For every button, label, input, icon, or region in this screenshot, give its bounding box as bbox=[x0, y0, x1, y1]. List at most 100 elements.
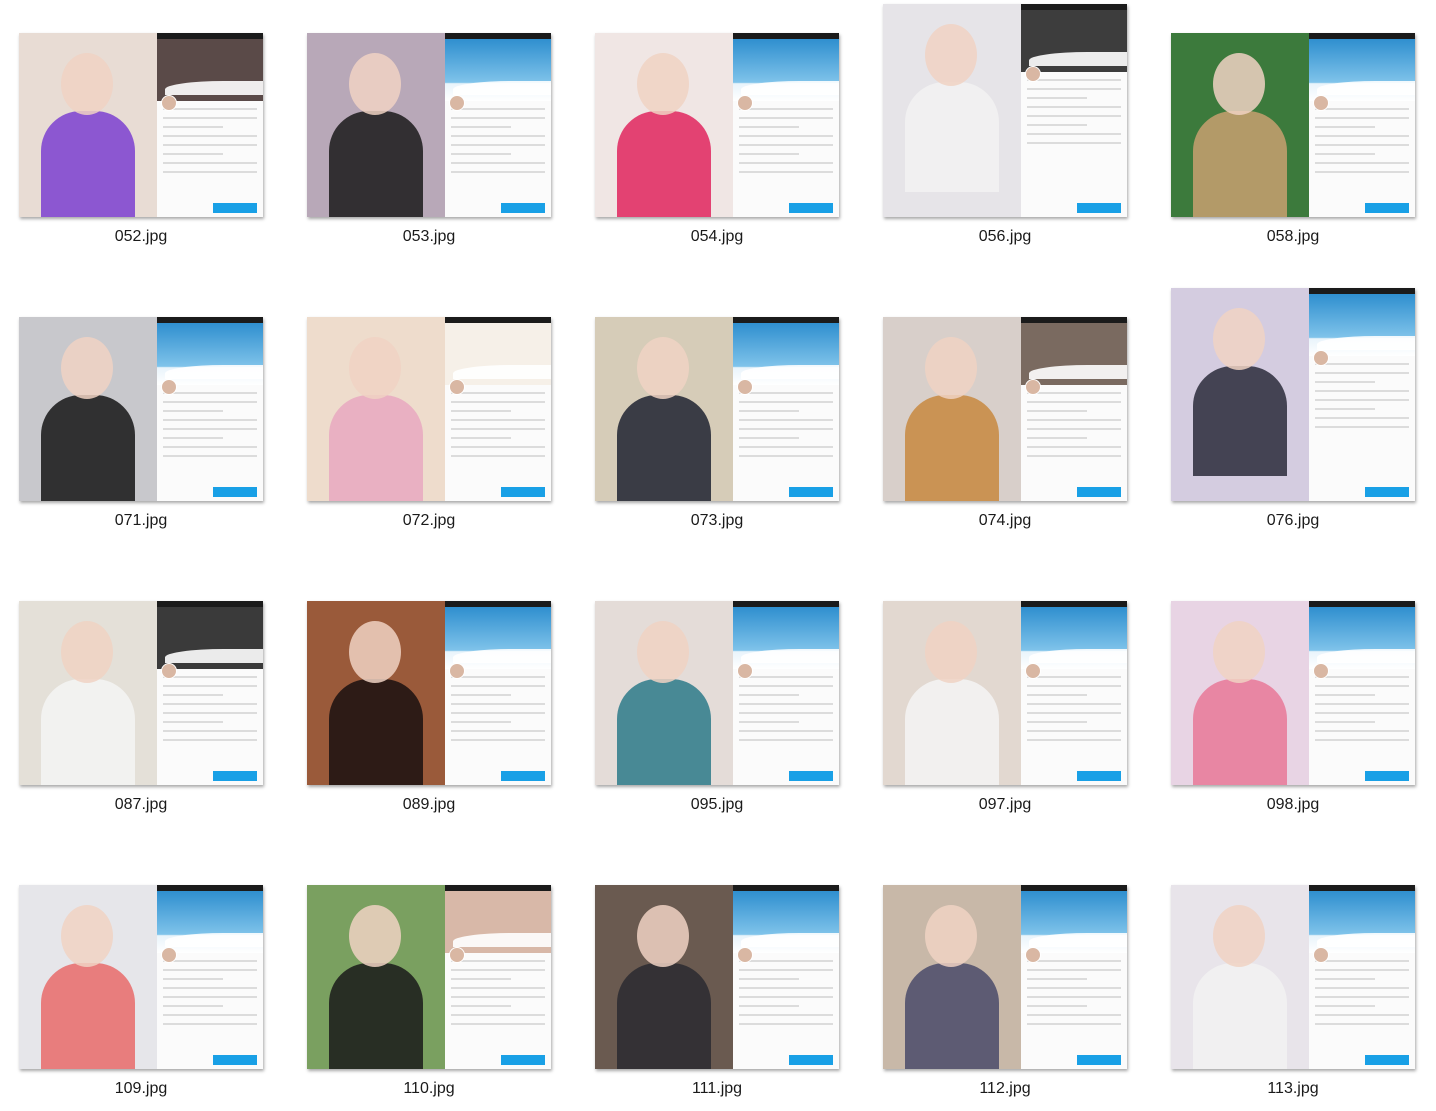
file-thumbnail[interactable] bbox=[883, 4, 1127, 217]
profile-text-line bbox=[739, 108, 833, 110]
file-thumbnail[interactable] bbox=[883, 317, 1127, 501]
file-thumbnail[interactable] bbox=[595, 885, 839, 1069]
file-thumbnail[interactable] bbox=[595, 317, 839, 501]
profile-banner bbox=[157, 891, 263, 953]
profile-text-line bbox=[451, 446, 545, 448]
file-name-label[interactable]: 113.jpg bbox=[1171, 1080, 1415, 1098]
file-name-label[interactable]: 071.jpg bbox=[19, 512, 263, 530]
profile-button-bar bbox=[445, 203, 551, 213]
file-thumbnail[interactable] bbox=[307, 885, 551, 1069]
profile-text-line bbox=[451, 1005, 511, 1007]
file-name-label[interactable]: 054.jpg bbox=[595, 228, 839, 246]
file-thumbnail[interactable] bbox=[1171, 288, 1415, 501]
profile-text-line bbox=[163, 153, 223, 155]
profile-avatar bbox=[1313, 947, 1329, 963]
profile-button-bar bbox=[157, 203, 263, 213]
profile-text-line bbox=[451, 401, 545, 403]
profile-text-line bbox=[451, 419, 545, 421]
file-name-label[interactable]: 056.jpg bbox=[883, 228, 1127, 246]
profile-left-button bbox=[455, 771, 485, 781]
profile-text-line bbox=[739, 721, 799, 723]
thumbnail-photo bbox=[1171, 33, 1309, 217]
file-thumbnail[interactable] bbox=[1171, 885, 1415, 1069]
file-name-label[interactable]: 112.jpg bbox=[883, 1080, 1127, 1098]
file-name-label[interactable]: 076.jpg bbox=[1171, 512, 1415, 530]
profile-send-button bbox=[1077, 487, 1121, 497]
profile-avatar bbox=[737, 663, 753, 679]
file-thumbnail[interactable] bbox=[883, 885, 1127, 1069]
thumbnail-profile-screenshot bbox=[1309, 33, 1415, 217]
file-name-label[interactable]: 072.jpg bbox=[307, 512, 551, 530]
profile-text-line bbox=[739, 969, 833, 971]
profile-text-line bbox=[1315, 1005, 1375, 1007]
file-name-label[interactable]: 109.jpg bbox=[19, 1080, 263, 1098]
profile-text-line bbox=[163, 162, 257, 164]
file-name-label[interactable]: 052.jpg bbox=[19, 228, 263, 246]
file-thumbnail[interactable] bbox=[19, 885, 263, 1069]
profile-text-line bbox=[1315, 153, 1375, 155]
photo-subject-face bbox=[1213, 53, 1265, 115]
profile-text-line bbox=[1315, 144, 1409, 146]
thumbnail-profile-screenshot bbox=[157, 33, 263, 217]
photo-subject-face bbox=[1213, 905, 1265, 967]
profile-text-line bbox=[1027, 455, 1121, 457]
profile-text-line bbox=[739, 401, 833, 403]
file-name-label[interactable]: 089.jpg bbox=[307, 796, 551, 814]
profile-left-button bbox=[743, 1055, 773, 1065]
thumbnail-profile-screenshot bbox=[445, 33, 551, 217]
file-thumbnail[interactable] bbox=[19, 33, 263, 217]
thumbnail-profile-screenshot bbox=[1309, 601, 1415, 785]
file-thumbnail[interactable] bbox=[595, 33, 839, 217]
file-name-label[interactable]: 073.jpg bbox=[595, 512, 839, 530]
file-name-label[interactable]: 053.jpg bbox=[307, 228, 551, 246]
profile-avatar bbox=[449, 95, 465, 111]
profile-text-line bbox=[1027, 730, 1121, 732]
file-name-label[interactable]: 058.jpg bbox=[1171, 228, 1415, 246]
file-thumbnail[interactable] bbox=[883, 601, 1127, 785]
profile-text-line bbox=[1027, 446, 1121, 448]
photo-subject-body bbox=[1193, 963, 1287, 1069]
file-thumbnail[interactable] bbox=[19, 601, 263, 785]
profile-text-line bbox=[451, 1023, 545, 1025]
profile-avatar bbox=[1313, 350, 1329, 366]
file-thumbnail[interactable] bbox=[595, 601, 839, 785]
profile-avatar bbox=[161, 95, 177, 111]
profile-text-line bbox=[1027, 401, 1121, 403]
profile-text-line bbox=[739, 446, 833, 448]
file-thumbnail[interactable] bbox=[19, 317, 263, 501]
file-name-label[interactable]: 074.jpg bbox=[883, 512, 1127, 530]
file-name-label[interactable]: 098.jpg bbox=[1171, 796, 1415, 814]
photo-subject-body bbox=[329, 111, 423, 217]
profile-avatar bbox=[1025, 947, 1041, 963]
photo-subject-face bbox=[349, 337, 401, 399]
file-thumbnail[interactable] bbox=[307, 601, 551, 785]
file-thumbnail[interactable] bbox=[307, 33, 551, 217]
profile-text-line bbox=[451, 162, 545, 164]
profile-send-button bbox=[1365, 771, 1409, 781]
profile-text-line bbox=[163, 730, 257, 732]
profile-banner bbox=[1309, 294, 1415, 356]
profile-text-line bbox=[739, 144, 833, 146]
profile-button-bar bbox=[1309, 771, 1415, 781]
photo-subject-body bbox=[905, 395, 999, 501]
file-name-label[interactable]: 095.jpg bbox=[595, 796, 839, 814]
photo-subject-face bbox=[61, 621, 113, 683]
profile-banner bbox=[1309, 39, 1415, 101]
file-name-label[interactable]: 110.jpg bbox=[307, 1080, 551, 1098]
file-name-label[interactable]: 097.jpg bbox=[883, 796, 1127, 814]
profile-text-line bbox=[739, 162, 833, 164]
profile-text-line bbox=[451, 437, 511, 439]
profile-text-line bbox=[1027, 987, 1121, 989]
profile-banner bbox=[1021, 891, 1127, 953]
file-thumbnail[interactable] bbox=[307, 317, 551, 501]
profile-banner bbox=[733, 607, 839, 669]
thumbnail-photo bbox=[19, 317, 157, 501]
profile-text-line bbox=[1315, 730, 1409, 732]
profile-text-line bbox=[739, 437, 799, 439]
file-name-label[interactable]: 111.jpg bbox=[595, 1080, 839, 1098]
file-thumbnail[interactable] bbox=[1171, 33, 1415, 217]
file-thumbnail[interactable] bbox=[1171, 601, 1415, 785]
photo-subject-face bbox=[61, 905, 113, 967]
profile-text-line bbox=[739, 153, 799, 155]
file-name-label[interactable]: 087.jpg bbox=[19, 796, 263, 814]
